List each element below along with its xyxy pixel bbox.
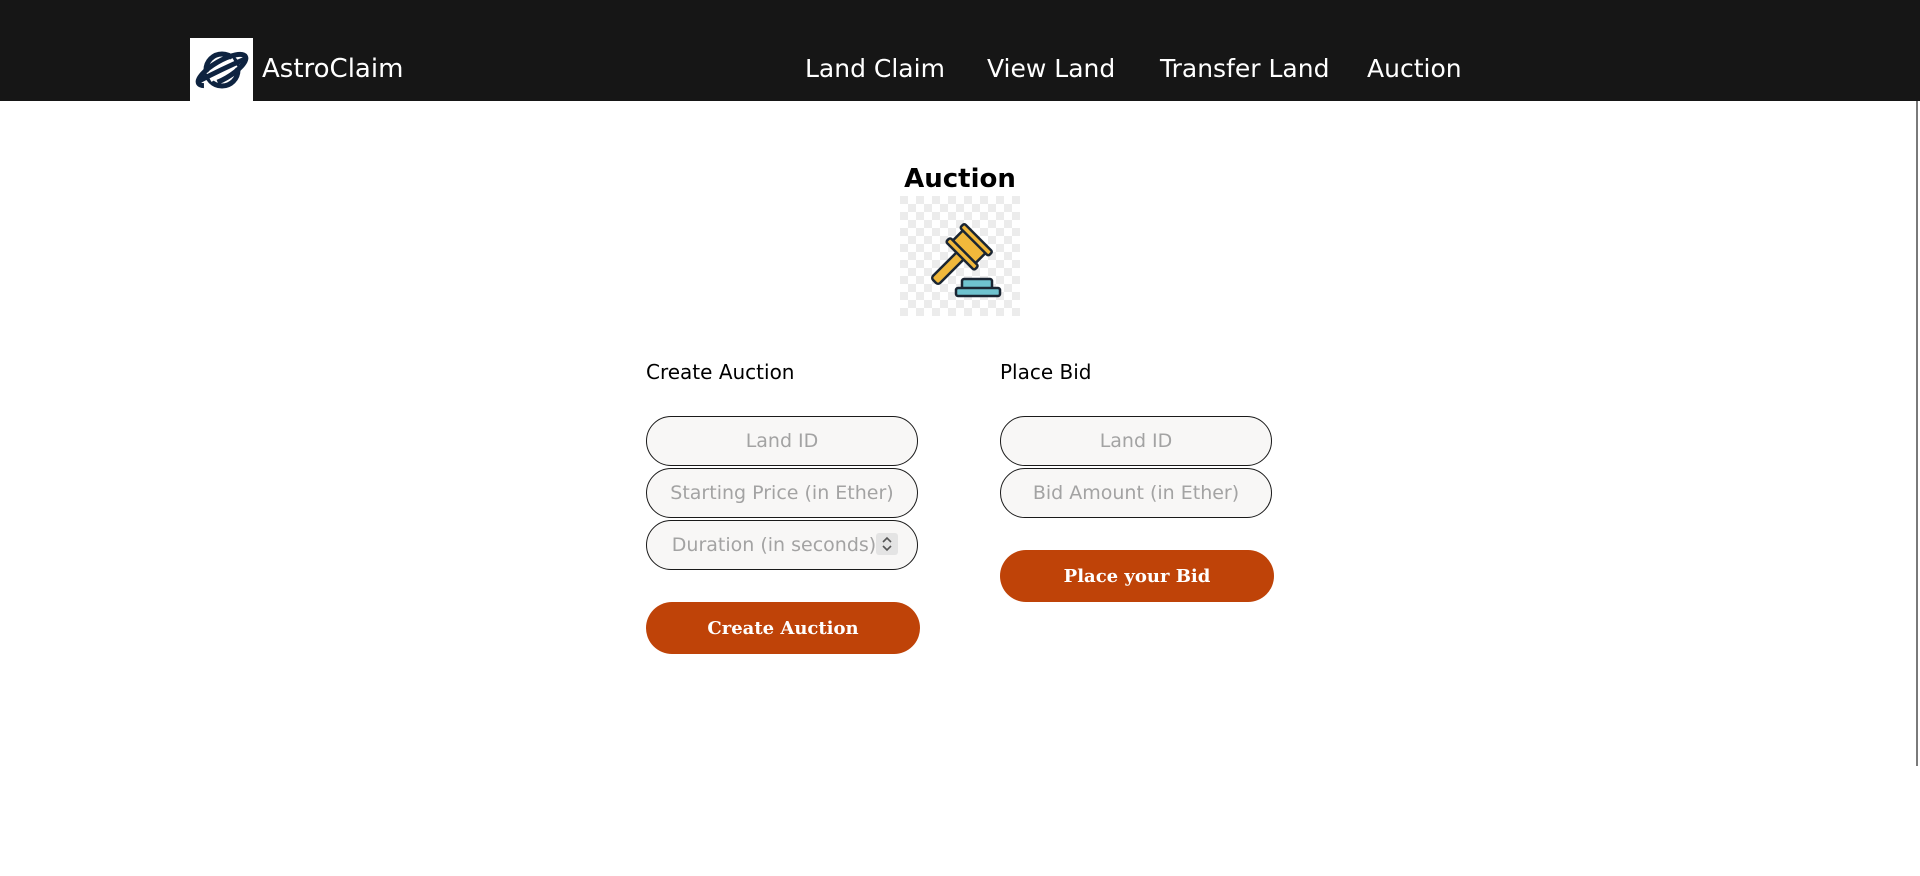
- create-auction-land-id-input[interactable]: [646, 416, 918, 466]
- brand-logo[interactable]: [190, 38, 253, 101]
- place-bid-land-id-input[interactable]: [1000, 416, 1272, 466]
- place-bid-heading: Place Bid: [1000, 360, 1092, 384]
- bid-amount-input[interactable]: [1000, 468, 1272, 518]
- starting-price-input[interactable]: [646, 468, 918, 518]
- duration-stepper[interactable]: [876, 533, 898, 555]
- create-auction-heading: Create Auction: [646, 360, 795, 384]
- top-navbar: AstroClaim Land Claim View Land Transfer…: [0, 0, 1920, 101]
- page-title: Auction: [904, 164, 1016, 194]
- nav-link-land-claim[interactable]: Land Claim: [805, 53, 945, 85]
- brand-name[interactable]: AstroClaim: [262, 53, 403, 85]
- gavel-icon: [900, 196, 1020, 316]
- place-bid-button[interactable]: Place your Bid: [1000, 550, 1274, 602]
- create-auction-button[interactable]: Create Auction: [646, 602, 920, 654]
- nav-link-view-land[interactable]: View Land: [987, 53, 1115, 85]
- auction-illustration: [900, 196, 1020, 316]
- planet-icon: [195, 51, 248, 88]
- nav-link-auction[interactable]: Auction: [1367, 53, 1462, 85]
- page-scrollbar[interactable]: [1916, 101, 1918, 766]
- nav-link-transfer-land[interactable]: Transfer Land: [1160, 53, 1329, 85]
- stepper-arrows-icon: [882, 536, 892, 552]
